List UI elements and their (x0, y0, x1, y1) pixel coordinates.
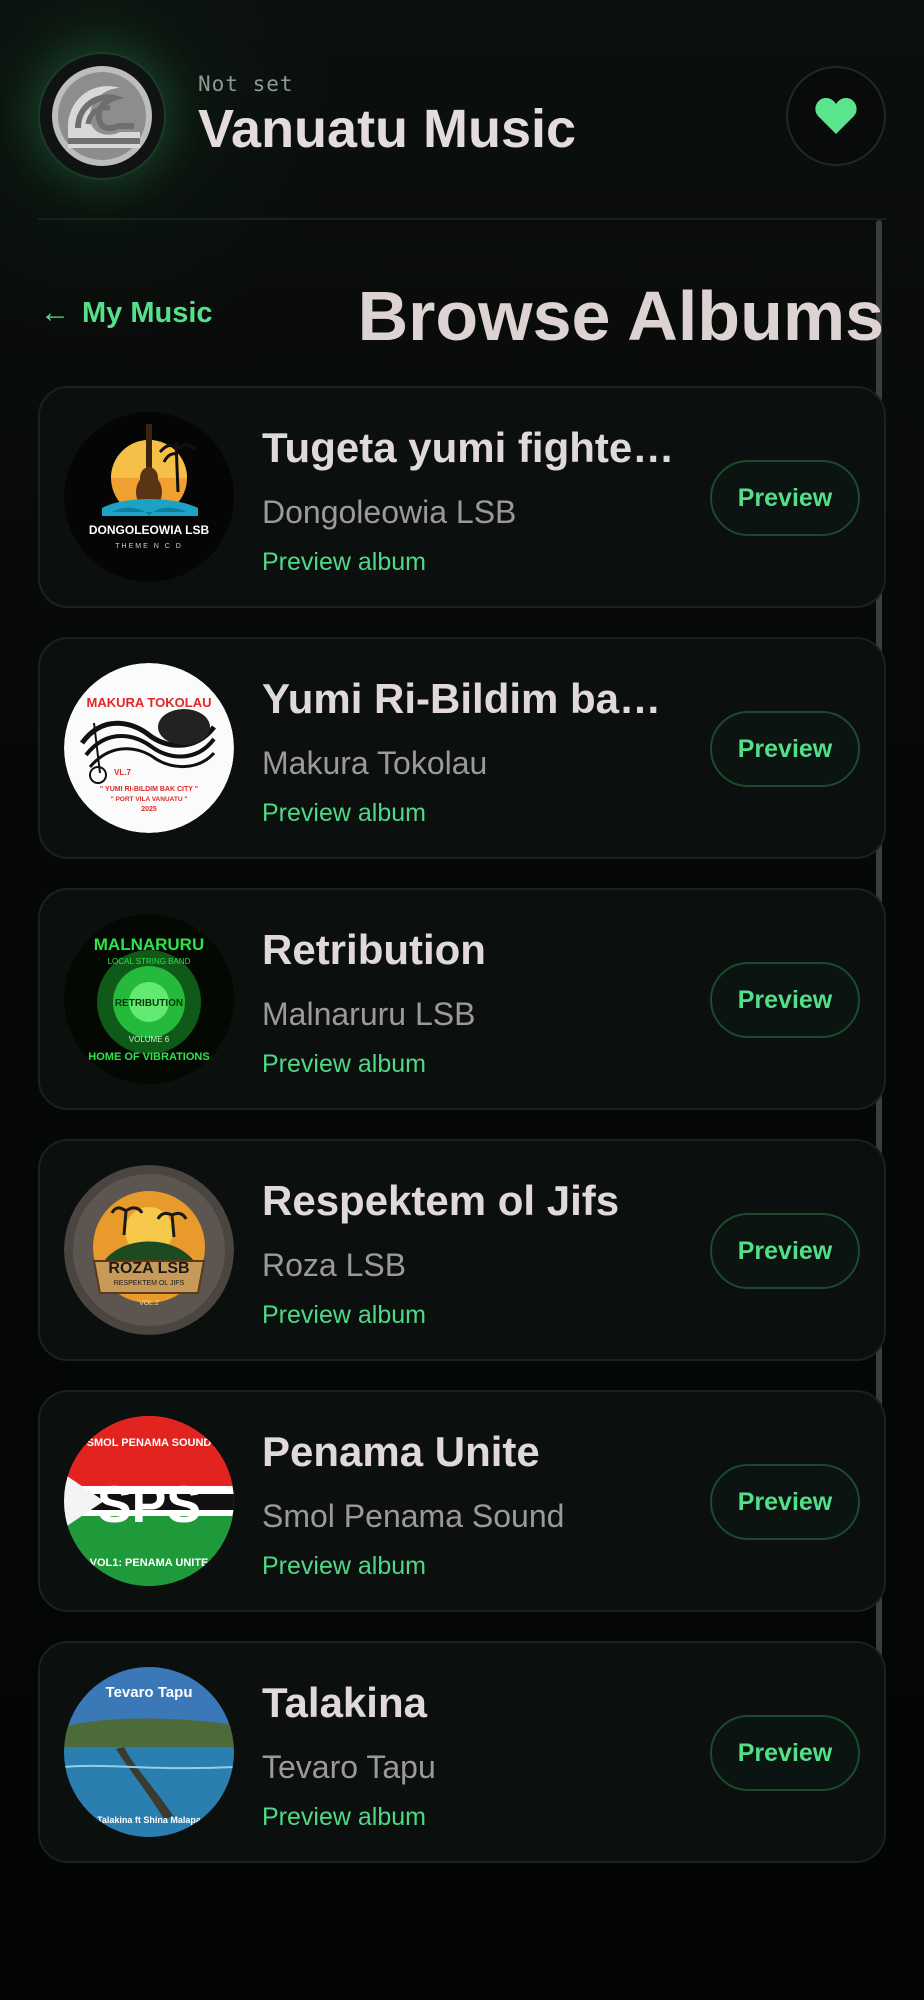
svg-text:RESPEKTEM OL JIFS: RESPEKTEM OL JIFS (114, 1280, 185, 1287)
album-title: Tugeta yumi fighte… (262, 424, 675, 471)
svg-text:RETRIBUTION: RETRIBUTION (115, 998, 183, 1009)
svg-text:VOL.2: VOL.2 (139, 1300, 159, 1307)
favorites-button[interactable] (786, 66, 886, 166)
preview-album-link[interactable]: Preview album (262, 799, 426, 828)
album-artist: Dongoleowia LSB (262, 494, 517, 530)
header-divider (38, 218, 886, 220)
album-title: Retribution (262, 926, 486, 973)
wave-logo-icon (38, 52, 166, 180)
preview-button[interactable]: Preview (710, 1213, 860, 1289)
album-cover: MAKURA TOKOLAU VL.7 " YUMI RI-BILDIM BAK… (64, 663, 234, 833)
app-subtitle: Not set (198, 72, 294, 96)
preview-button[interactable]: Preview (710, 962, 860, 1038)
svg-text:Talakina ft Shina Malapa: Talakina ft Shina Malapa (97, 1815, 202, 1825)
back-arrow-icon: ← (40, 296, 70, 329)
album-title: Talakina (262, 1679, 427, 1726)
album-list: DONGOLEOWIA LSB THEME N C D Tugeta yumi … (38, 386, 886, 1892)
preview-album-link[interactable]: Preview album (262, 1552, 426, 1581)
svg-text:" YUMI RI-BILDIM BAK CITY ": " YUMI RI-BILDIM BAK CITY " (100, 786, 198, 793)
album-title: Yumi Ri-Bildim ba… (262, 675, 662, 722)
svg-text:LOCAL STRING BAND: LOCAL STRING BAND (108, 957, 191, 966)
svg-text:Tevaro Tapu: Tevaro Tapu (106, 1684, 193, 1701)
svg-text:HOME OF VIBRATIONS: HOME OF VIBRATIONS (88, 1051, 209, 1063)
album-card[interactable]: MALNARURU LOCAL STRING BAND RETRIBUTION … (38, 888, 886, 1110)
album-title: Respektem ol Jifs (262, 1177, 620, 1224)
back-link-label: My Music (82, 296, 213, 329)
album-cover: ROZA LSB RESPEKTEM OL JIFS VOL.2 (64, 1165, 234, 1335)
svg-text:" PORT VILA VANUATU ": " PORT VILA VANUATU " (111, 796, 188, 803)
back-to-my-music-link[interactable]: ← My Music (40, 296, 213, 330)
album-card[interactable]: Tevaro Tapu Talakina ft Shina Malapa Tal… (38, 1641, 886, 1863)
album-cover: Tevaro Tapu Talakina ft Shina Malapa (64, 1667, 234, 1837)
svg-text:SPS: SPS (97, 1476, 201, 1534)
heart-icon (815, 98, 857, 134)
svg-text:VOLUME 6: VOLUME 6 (129, 1035, 170, 1044)
svg-text:VOL1: PENAMA UNITE: VOL1: PENAMA UNITE (90, 1557, 209, 1569)
album-title: Penama Unite (262, 1428, 540, 1475)
svg-text:MAKURA TOKOLAU: MAKURA TOKOLAU (87, 695, 212, 710)
preview-button[interactable]: Preview (710, 711, 860, 787)
svg-text:ROZA LSB: ROZA LSB (108, 1260, 189, 1277)
album-card[interactable]: SMOL PENAMA SOUND SPS VOL1: PENAMA UNITE… (38, 1390, 886, 1612)
album-artist: Smol Penama Sound (262, 1498, 565, 1534)
album-artist: Malnaruru LSB (262, 996, 476, 1032)
preview-album-link[interactable]: Preview album (262, 1050, 426, 1079)
album-card[interactable]: DONGOLEOWIA LSB THEME N C D Tugeta yumi … (38, 386, 886, 608)
app-header: Not set Vanuatu Music (0, 0, 924, 220)
preview-album-link[interactable]: Preview album (262, 548, 426, 577)
svg-text:DONGOLEOWIA LSB: DONGOLEOWIA LSB (89, 523, 210, 537)
album-artist: Tevaro Tapu (262, 1749, 436, 1785)
preview-album-link[interactable]: Preview album (262, 1803, 426, 1832)
album-artist: Roza LSB (262, 1247, 407, 1283)
svg-text:VL.7: VL.7 (114, 768, 131, 777)
svg-text:2025: 2025 (141, 806, 157, 813)
svg-text:MALNARURU: MALNARURU (94, 935, 204, 954)
album-artist: Makura Tokolau (262, 745, 488, 781)
app-title: Vanuatu Music (198, 99, 577, 159)
album-cover: SMOL PENAMA SOUND SPS VOL1: PENAMA UNITE (64, 1416, 234, 1586)
album-card[interactable]: ROZA LSB RESPEKTEM OL JIFS VOL.2 Respekt… (38, 1139, 886, 1361)
album-card[interactable]: MAKURA TOKOLAU VL.7 " YUMI RI-BILDIM BAK… (38, 637, 886, 859)
preview-button[interactable]: Preview (710, 1464, 860, 1540)
preview-button[interactable]: Preview (710, 1715, 860, 1791)
preview-button[interactable]: Preview (710, 460, 860, 536)
svg-text:THEME N C D: THEME N C D (115, 543, 183, 550)
album-cover: MALNARURU LOCAL STRING BAND RETRIBUTION … (64, 914, 234, 1084)
album-cover: DONGOLEOWIA LSB THEME N C D (64, 412, 234, 582)
page-title: Browse Albums (357, 277, 884, 355)
svg-text:SMOL PENAMA SOUND: SMOL PENAMA SOUND (87, 1437, 212, 1449)
preview-album-link[interactable]: Preview album (262, 1301, 426, 1330)
